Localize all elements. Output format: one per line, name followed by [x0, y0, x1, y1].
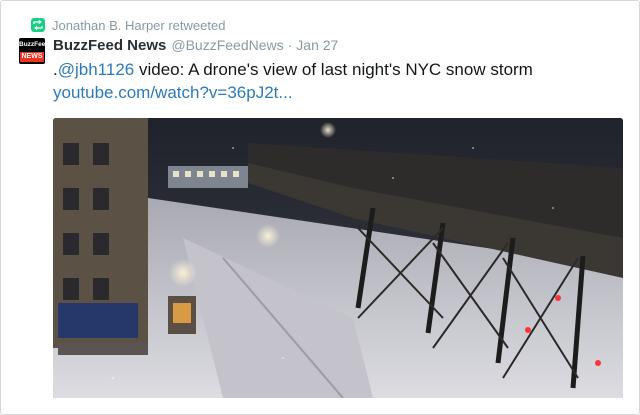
tweet-link[interactable]: youtube.com/watch?v=36pJ2t... — [53, 83, 293, 103]
text-body: video: A drone's view of last night's NY… — [134, 60, 533, 79]
retweet-icon — [31, 18, 45, 32]
tweet-timestamp[interactable]: Jan 27 — [296, 37, 338, 53]
header-separator: · — [287, 37, 293, 53]
tweet-header: BuzzFeed News @BuzzFeedNews · Jan 27 — [53, 37, 338, 54]
avatar-line2: NEWS — [20, 52, 44, 62]
tweet-card[interactable]: Jonathan B. Harper retweeted BuzzFeed NE… — [0, 0, 640, 415]
media-image[interactable] — [53, 118, 623, 398]
tweet-text: .@jbh1126 video: A drone's view of last … — [53, 60, 533, 80]
retweet-text[interactable]: Jonathan B. Harper retweeted — [52, 18, 225, 33]
snow-storm-scene — [53, 118, 623, 398]
author-handle[interactable]: @BuzzFeedNews — [171, 37, 283, 53]
avatar[interactable]: BuzzFeed NEWS — [19, 38, 45, 64]
retweet-context: Jonathan B. Harper retweeted — [31, 16, 225, 34]
avatar-line1: BuzzFeed — [19, 41, 45, 48]
author-name[interactable]: BuzzFeed News — [53, 37, 166, 54]
mention-link[interactable]: @jbh1126 — [58, 60, 135, 79]
